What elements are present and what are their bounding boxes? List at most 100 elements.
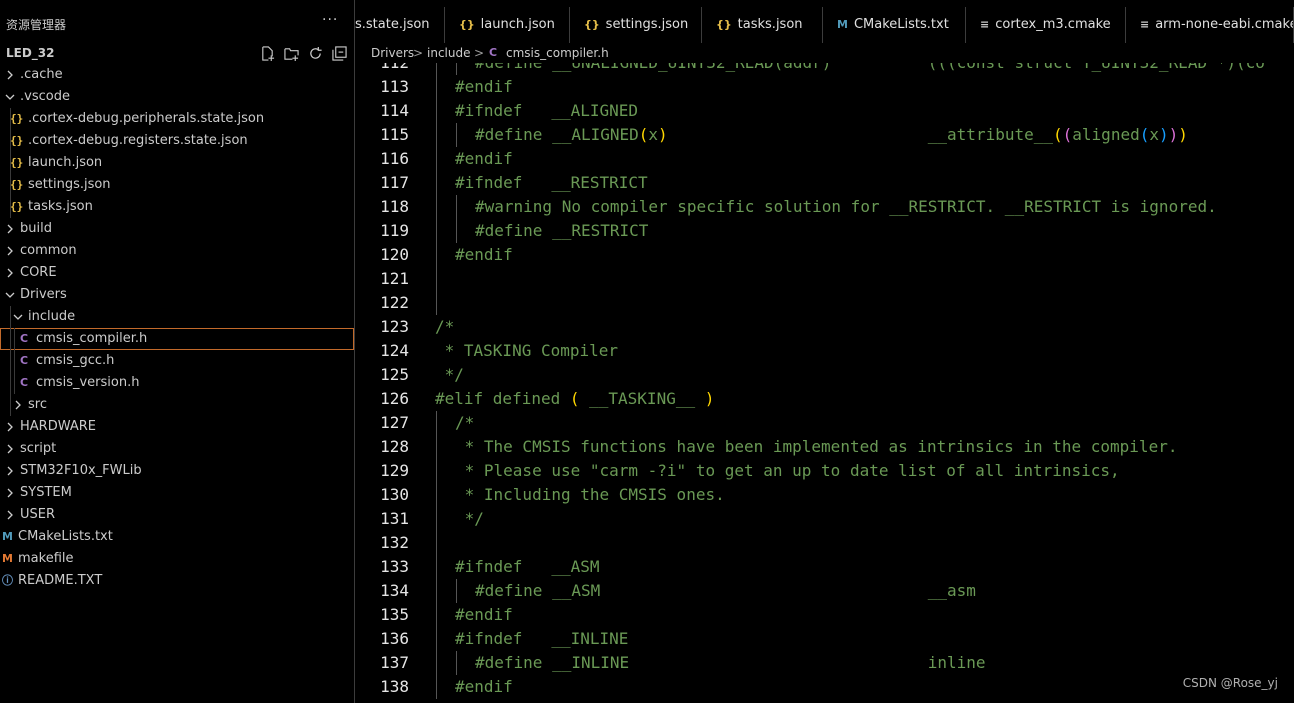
code-line[interactable]: 127 /* [355, 411, 1294, 435]
code-line[interactable]: 112 #define __UNALIGNED_UINT32_READ(addr)… [355, 63, 1294, 75]
code-line[interactable]: 130 * Including the CMSIS ones. [355, 483, 1294, 507]
indent-guide [436, 411, 437, 435]
chevron-right-icon[interactable] [4, 460, 16, 482]
code-text: #warning No compiler specific solution f… [475, 195, 1217, 219]
refresh-icon[interactable] [306, 44, 324, 62]
indent-guide [436, 147, 437, 171]
breadcrumb-item[interactable]: Drivers [371, 43, 414, 63]
tree-folder[interactable]: USER [0, 504, 354, 526]
tree-item-label: common [20, 243, 77, 258]
new-folder-icon[interactable] [282, 44, 300, 62]
tree-folder[interactable]: src [0, 394, 354, 416]
bracket-token: ) [658, 125, 668, 144]
more-actions-icon[interactable]: ··· [322, 12, 338, 28]
tree-file[interactable]: Ccmsis_gcc.h [0, 350, 354, 372]
code-line[interactable]: 117 #ifndef __RESTRICT [355, 171, 1294, 195]
explorer-header: 资源管理器 ··· [0, 0, 354, 42]
code-line[interactable]: 116 #endif [355, 147, 1294, 171]
editor-tab[interactable]: {} settings.json [570, 7, 702, 43]
code-text: #define __RESTRICT [475, 219, 648, 243]
code-line[interactable]: 122 [355, 291, 1294, 315]
chevron-right-icon[interactable] [12, 394, 24, 416]
code-line[interactable]: 120 #endif [355, 243, 1294, 267]
new-file-icon[interactable] [258, 44, 276, 62]
code-token: #elif defined [435, 389, 570, 408]
editor-tab[interactable]: ≡ arm-none-eabi.cmake [1126, 7, 1294, 43]
code-line[interactable]: 115 #define __ALIGNED(x) __attribute__((a… [355, 123, 1294, 147]
code-token: #define __INLINE inline [475, 653, 986, 672]
tree-file[interactable]: Ccmsis_version.h [0, 372, 354, 394]
tree-file[interactable]: Mmakefile [0, 548, 354, 570]
tree-file[interactable]: Ccmsis_compiler.h [0, 328, 354, 350]
chevron-right-icon[interactable] [4, 240, 16, 262]
code-text: #define __ALIGNED(x) __attribute__((alig… [475, 123, 1188, 147]
tree-file[interactable]: ⓘ README.TXT [0, 570, 354, 592]
chevron-right-icon[interactable] [4, 262, 16, 284]
tree-folder[interactable]: Drivers [0, 284, 354, 306]
code-line[interactable]: 133 #ifndef __ASM [355, 555, 1294, 579]
code-line[interactable]: 119 #define __RESTRICT [355, 219, 1294, 243]
editor-tab[interactable]: ≡ cortex_m3.cmake [966, 7, 1126, 43]
tree-file[interactable]: {} .cortex-debug.peripherals.state.json [0, 108, 354, 130]
tree-folder[interactable]: common [0, 240, 354, 262]
line-number: 124 [380, 341, 409, 360]
code-line[interactable]: 128 * The CMSIS functions have been impl… [355, 435, 1294, 459]
code-line[interactable]: 124 * TASKING Compiler [355, 339, 1294, 363]
tree-folder[interactable]: .vscode [0, 86, 354, 108]
editor-tab[interactable]: s.state.json [355, 7, 445, 43]
chevron-right-icon[interactable] [4, 218, 16, 240]
code-line[interactable]: 138 #endif [355, 675, 1294, 699]
tree-file[interactable]: M CMakeLists.txt [0, 526, 354, 548]
tree-folder[interactable]: .cache [0, 64, 354, 86]
code-line[interactable]: 126 #elif defined ( __TASKING__ ) [355, 387, 1294, 411]
chevron-right-icon[interactable] [4, 438, 16, 460]
code-line[interactable]: 132 [355, 531, 1294, 555]
chevron-right-icon[interactable] [4, 64, 16, 86]
breadcrumb-item[interactable]: include [427, 43, 470, 63]
code-line[interactable]: 135 #endif [355, 603, 1294, 627]
code-line[interactable]: 136 #ifndef __INLINE [355, 627, 1294, 651]
indent-guide [436, 579, 437, 603]
tree-folder[interactable]: script [0, 438, 354, 460]
indent-guide [436, 123, 437, 147]
code-line[interactable]: 113 #endif [355, 75, 1294, 99]
tree-item-label: CMakeLists.txt [18, 529, 113, 544]
tree-folder[interactable]: CORE [0, 262, 354, 284]
chevron-down-icon[interactable] [12, 306, 24, 328]
code-text: #endif [455, 243, 513, 267]
code-line[interactable]: 118 #warning No compiler specific solutio… [355, 195, 1294, 219]
tree-file[interactable]: {} settings.json [0, 174, 354, 196]
chevron-down-icon[interactable] [4, 86, 16, 108]
tree-folder[interactable]: HARDWARE [0, 416, 354, 438]
tree-folder[interactable]: build [0, 218, 354, 240]
workspace-section-header[interactable]: LED_32 [0, 42, 354, 64]
code-line[interactable]: 121 [355, 267, 1294, 291]
code-line[interactable]: 134 #define __ASM __asm [355, 579, 1294, 603]
tree-file[interactable]: {} tasks.json [0, 196, 354, 218]
editor-tab[interactable]: {} tasks.json [702, 7, 823, 43]
collapse-all-icon[interactable] [330, 44, 348, 62]
breadcrumb-item[interactable]: cmsis_compiler.h [506, 43, 609, 63]
tree-folder[interactable]: SYSTEM [0, 482, 354, 504]
chevron-down-icon[interactable] [4, 284, 16, 306]
tree-file[interactable]: {} launch.json [0, 152, 354, 174]
code-line[interactable]: 137 #define __INLINE inline [355, 651, 1294, 675]
chevron-right-icon[interactable] [4, 504, 16, 526]
code-text: #endif [455, 147, 513, 171]
breadcrumb-separator: > [474, 46, 485, 60]
chevron-right-icon[interactable] [4, 482, 16, 504]
chevron-right-icon[interactable] [4, 416, 16, 438]
code-line[interactable]: 123 /* [355, 315, 1294, 339]
tree-folder[interactable]: include [0, 306, 354, 328]
watermark: CSDN @Rose_yj [1182, 676, 1278, 690]
bracket-token: ( [1053, 125, 1063, 144]
code-editor[interactable]: 112 #define __UNALIGNED_UINT32_READ(addr)… [355, 63, 1294, 703]
code-line[interactable]: 131 */ [355, 507, 1294, 531]
tree-file[interactable]: {} .cortex-debug.registers.state.json [0, 130, 354, 152]
code-line[interactable]: 129 * Please use "carm -?i" to get an up… [355, 459, 1294, 483]
editor-tab[interactable]: M CMakeLists.txt [823, 7, 966, 43]
editor-tab[interactable]: {} launch.json [445, 7, 570, 43]
tree-folder[interactable]: STM32F10x_FWLib [0, 460, 354, 482]
code-line[interactable]: 114 #ifndef __ALIGNED [355, 99, 1294, 123]
code-line[interactable]: 125 */ [355, 363, 1294, 387]
